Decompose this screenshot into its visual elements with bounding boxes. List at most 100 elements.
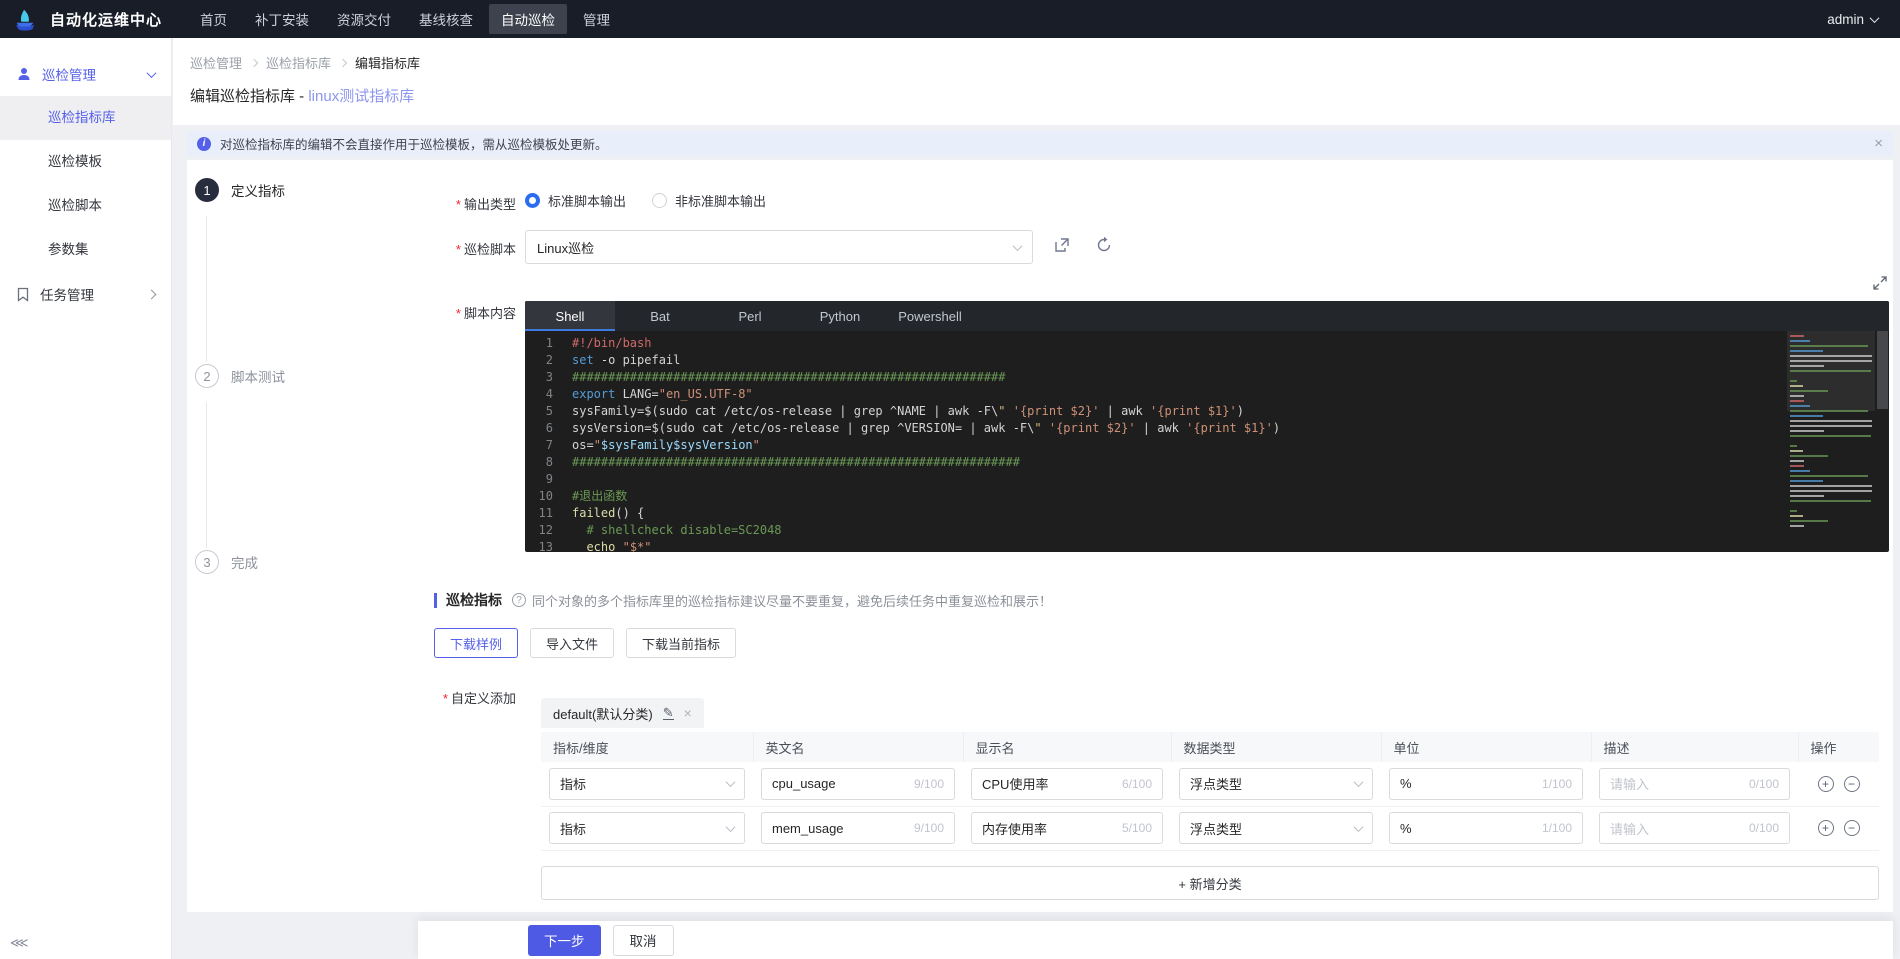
sidebar-group-inspection-mgmt[interactable]: 巡检管理 [0,52,171,96]
breadcrumb-inspection-mgmt[interactable]: 巡检管理 [190,53,242,72]
user-menu[interactable]: admin [1827,12,1878,27]
tab-perl[interactable]: Perl [705,301,795,331]
chevron-right-icon [147,289,157,299]
page-title-library-name: linux测试指标库 [308,88,414,105]
menu-item-baseline[interactable]: 基线核查 [407,4,485,34]
page-title: 编辑巡检指标库 - linux测试指标库 [190,85,1900,106]
menu-item-admin[interactable]: 管理 [571,4,622,34]
user-pin-icon [16,66,32,82]
editor-scrollbar-thumb[interactable] [1877,331,1888,409]
metrics-table: 指标/维度 英文名 显示名 数据类型 单位 描述 操作 指标 cpu_usage… [541,732,1879,851]
col-unit: 单位 [1381,732,1591,762]
metrics-section-header: 巡检指标 ? 同个对象的多个指标库里的巡检指标建议尽量不要重复，避免后续任务中重… [434,590,1052,610]
script-select-actions [1053,236,1113,254]
sidebar-item-paramset[interactable]: 参数集 [0,228,171,272]
code-gutter: 12345678910111213 [525,331,565,552]
chevron-down-icon [726,777,736,787]
script-select[interactable]: Linux巡检 [525,230,1033,264]
remove-row-icon[interactable]: − [1844,820,1860,836]
add-row-icon[interactable]: + [1818,820,1834,836]
external-link-icon[interactable] [1053,236,1071,254]
menu-item-inspection[interactable]: 自动巡检 [489,4,567,34]
row1-type-select[interactable]: 指标 [549,768,745,800]
step-number: 2 [195,364,219,388]
row2-description-input[interactable]: 请输入0/100 [1599,812,1790,844]
sidebar-item-template[interactable]: 巡检模板 [0,140,171,184]
row2-type-select[interactable]: 指标 [549,812,745,844]
row2-english-name-input[interactable]: mem_usage9/100 [761,812,955,844]
edit-icon[interactable]: ✎ [663,707,674,720]
tab-python[interactable]: Python [795,301,885,331]
breadcrumb-separator-icon [250,58,258,66]
radio-nonstandard-output[interactable]: 非标准脚本输出 [652,191,766,210]
menu-item-home[interactable]: 首页 [188,4,239,34]
refresh-icon[interactable] [1095,236,1113,254]
add-category-button[interactable]: + 新增分类 [541,866,1879,900]
editor-body[interactable]: 12345678910111213 #!/bin/bashset -o pipe… [525,331,1889,552]
radio-standard-output[interactable]: 标准脚本输出 [525,191,626,210]
tab-bat[interactable]: Bat [615,301,705,331]
add-row-icon[interactable]: + [1818,776,1834,792]
row2-unit-input[interactable]: %1/100 [1389,812,1583,844]
tab-powershell[interactable]: Powershell [885,301,975,331]
char-counter: 9/100 [914,777,944,791]
chevron-down-icon [1354,822,1364,832]
app-root: 自动化运维中心 首页 补丁安装 资源交付 基线核查 自动巡检 管理 admin … [0,0,1900,959]
tab-shell[interactable]: Shell [525,301,615,331]
row2-display-name-input[interactable]: 内存使用率5/100 [971,812,1163,844]
download-current-metrics-button[interactable]: 下载当前指标 [626,628,736,658]
output-type-label: *输出类型 [376,194,516,213]
info-icon: i [197,137,211,151]
sidebar-item-script[interactable]: 巡检脚本 [0,184,171,228]
category-tab-default[interactable]: default(默认分类) ✎ × [541,698,704,728]
minimap[interactable] [1787,331,1875,552]
app-logo-icon [12,6,38,32]
next-step-button[interactable]: 下一步 [528,925,601,956]
step-label: 完成 [231,552,258,572]
page-title-prefix: 编辑巡检指标库 - [190,88,308,105]
col-metric-dimension: 指标/维度 [541,732,753,762]
row2-data-type-select[interactable]: 浮点类型 [1179,812,1373,844]
action-footer: 下一步 取消 [418,921,1893,959]
info-banner-text: 对巡检指标库的编辑不会直接作用于巡检模板，需从巡检模板处更新。 [220,134,608,153]
close-icon[interactable]: × [684,706,692,720]
char-counter: 1/100 [1542,777,1572,791]
page-header: 巡检管理 巡检指标库 编辑指标库 编辑巡检指标库 - linux测试指标库 [173,38,1900,125]
import-file-button[interactable]: 导入文件 [530,628,614,658]
remove-row-icon[interactable]: − [1844,776,1860,792]
radio-checked-icon[interactable] [525,193,540,208]
required-asterisk: * [456,306,461,321]
sidebar-collapse-icon[interactable]: ⋘ [10,935,29,951]
code-editor: Shell Bat Perl Python Powershell 1234567… [525,301,1889,552]
main-menu: 首页 补丁安装 资源交付 基线核查 自动巡检 管理 [188,4,622,34]
radio-unchecked-icon[interactable] [652,193,667,208]
col-display-name: 显示名 [963,732,1171,762]
step-3-finish: 3 完成 [195,550,258,574]
expand-icon[interactable] [1873,276,1887,290]
sidebar-item-metric-library[interactable]: 巡检指标库 [0,96,171,140]
row1-display-name-input[interactable]: CPU使用率6/100 [971,768,1163,800]
close-icon[interactable]: × [1874,136,1883,151]
row1-english-name-input[interactable]: cpu_usage9/100 [761,768,955,800]
editor-tabs: Shell Bat Perl Python Powershell [525,301,1889,331]
editor-scrollbar[interactable] [1876,331,1889,552]
cancel-button[interactable]: 取消 [613,925,674,956]
breadcrumb: 巡检管理 巡检指标库 编辑指标库 [190,53,1900,72]
download-sample-button[interactable]: 下载样例 [434,628,518,658]
chevron-down-icon [1013,241,1023,251]
script-content-label: *脚本内容 [376,303,516,322]
menu-item-patch[interactable]: 补丁安装 [243,4,321,34]
code-lines[interactable]: #!/bin/bashset -o pipefail##############… [565,331,1889,552]
menu-item-resource[interactable]: 资源交付 [325,4,403,34]
row1-unit-input[interactable]: %1/100 [1389,768,1583,800]
row1-data-type-select[interactable]: 浮点类型 [1179,768,1373,800]
info-banner: i 对巡检指标库的编辑不会直接作用于巡检模板，需从巡检模板处更新。 × [187,131,1893,156]
metrics-hint: 同个对象的多个指标库里的巡检指标建议尽量不要重复，避免后续任务中重复巡检和展示！ [532,591,1052,610]
chevron-down-icon [147,68,157,78]
step-1-define-metrics: 1 定义指标 [195,178,285,202]
row1-description-input[interactable]: 请输入0/100 [1599,768,1790,800]
sidebar-group-label: 巡检管理 [42,64,96,84]
step-number: 1 [195,178,219,202]
breadcrumb-metric-library[interactable]: 巡检指标库 [266,53,331,72]
sidebar-group-task-mgmt[interactable]: 任务管理 [0,272,171,316]
